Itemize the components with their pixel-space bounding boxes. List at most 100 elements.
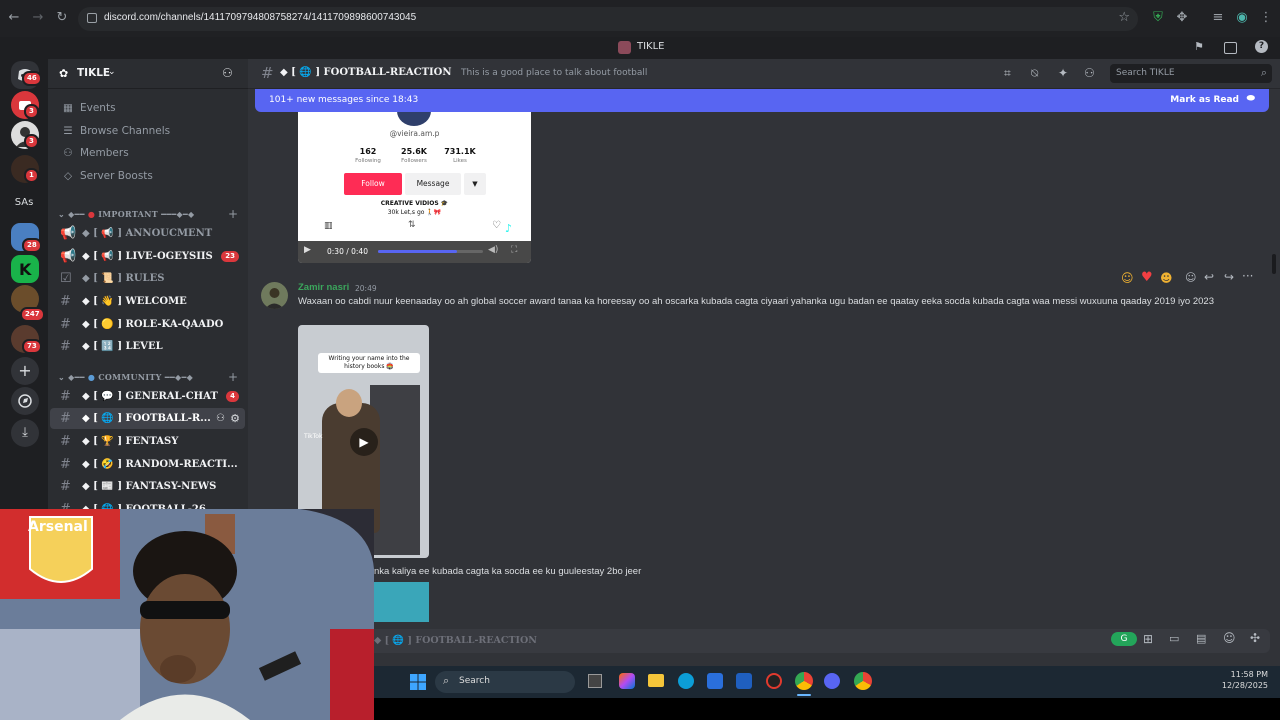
gift-icon[interactable]: ⊞ bbox=[1143, 632, 1153, 646]
video-controls[interactable]: ▶ 0:30 / 0:40 ◀) ⛶ bbox=[298, 241, 531, 263]
message-button[interactable]: Message bbox=[405, 173, 461, 195]
category-important[interactable]: ⌄ ◆━━ ● IMPORTANT ━━━◆━◆ bbox=[58, 209, 194, 219]
server-name: TIKLE bbox=[77, 67, 111, 79]
channel-topic[interactable]: This is a good place to talk about footb… bbox=[461, 68, 647, 78]
forward-icon[interactable]: → bbox=[30, 10, 46, 26]
menu-server-boosts[interactable]: ◇ Server Boosts bbox=[60, 170, 153, 182]
server-header[interactable]: ✿ TIKLE ⌄ ⚇ bbox=[48, 59, 248, 89]
stat-label: Following bbox=[355, 158, 381, 164]
server-gear-icon: ✿ bbox=[59, 67, 69, 80]
play-icon[interactable]: ▶ bbox=[304, 245, 311, 255]
pin-icon[interactable]: ✦ bbox=[1058, 66, 1068, 80]
channel-rules[interactable]: ☑ ◆ [ 📜 ] RULES bbox=[50, 268, 245, 289]
new-messages-bar[interactable]: 101+ new messages since 18:43 Mark as Re… bbox=[255, 89, 1269, 112]
copilot-icon[interactable] bbox=[619, 673, 635, 689]
site-info-icon[interactable] bbox=[87, 13, 97, 23]
settings-gear-icon[interactable]: ⚙ bbox=[230, 408, 240, 429]
message-input[interactable]: ◆ [ 🌐 ] FOOTBALL-REACTION G ⊞ ▭ ▤ ☺ ✣ bbox=[256, 629, 1270, 653]
invite-user-icon[interactable]: ⚇ bbox=[222, 66, 233, 80]
channel-fantasy-news[interactable]: # ◆ [ 📰 ] FANTASY-NEWS bbox=[50, 476, 245, 497]
add-channel-icon[interactable]: + bbox=[228, 370, 238, 384]
dropdown-caret-icon[interactable]: ▼ bbox=[464, 173, 486, 195]
image-thumbnail[interactable] bbox=[374, 582, 429, 622]
channel-role-ka-qaado[interactable]: # ◆ [ 🟡 ] ROLE-KA-QAADO bbox=[50, 314, 245, 335]
tiktok-video-embed[interactable]: @vieira.am.p 162 Following 25.6K Followe… bbox=[298, 110, 531, 263]
scrollbar-thumb[interactable] bbox=[1272, 254, 1276, 274]
chrome-profile-icon[interactable] bbox=[854, 672, 872, 690]
channel-live-ogeysiis[interactable]: 📢 ◆ [ 📢 ] LIVE-OGEYSIIS 23 bbox=[50, 246, 245, 267]
bookmark-star-icon[interactable]: ☆ bbox=[1118, 10, 1130, 25]
add-server-icon[interactable]: + bbox=[11, 357, 39, 385]
gif-icon[interactable]: ▭ bbox=[1169, 632, 1179, 645]
channel-fentasy[interactable]: # ◆ [ 🏆 ] FENTASY bbox=[50, 431, 245, 452]
category-community[interactable]: ⌄ ◆━━ ● COMMUNITY ━━◆━◆ bbox=[58, 372, 193, 382]
media-controls-icon[interactable]: ≡ bbox=[1210, 10, 1226, 26]
reaction-face-icon[interactable]: ☻ bbox=[1160, 271, 1173, 285]
play-icon[interactable]: ▶ bbox=[350, 428, 378, 456]
chrome-icon[interactable] bbox=[795, 672, 813, 690]
clock-time[interactable]: 11:58 PM bbox=[1200, 670, 1268, 679]
profile-avatar bbox=[397, 110, 431, 126]
help-icon[interactable]: ? bbox=[1255, 40, 1268, 53]
edge-icon[interactable] bbox=[678, 673, 694, 689]
hash-icon: # bbox=[60, 434, 71, 449]
file-explorer-icon[interactable] bbox=[648, 674, 664, 687]
inbox-flag-icon[interactable]: ⚑ bbox=[1194, 40, 1204, 53]
fullscreen-icon[interactable]: ⛶ bbox=[511, 245, 517, 255]
reload-icon[interactable]: ↻ bbox=[54, 10, 70, 26]
progress-track[interactable] bbox=[378, 250, 483, 253]
channel-random-reaction[interactable]: # ◆ [ 🤣 ] RANDOM-REACTI... bbox=[50, 454, 245, 475]
menu-browse-channels[interactable]: ☰ Browse Channels bbox=[60, 125, 170, 137]
download-icon[interactable]: ⤓ bbox=[11, 419, 39, 447]
badge: 3 bbox=[24, 104, 39, 119]
address-bar[interactable]: discord.com/channels/1411709794808758274… bbox=[78, 7, 1138, 31]
obs-icon[interactable] bbox=[766, 673, 782, 689]
profile-icon[interactable]: ◉ bbox=[1234, 10, 1250, 26]
clock-date[interactable]: 12/28/2025 bbox=[1200, 681, 1268, 690]
reaction-heart-icon[interactable]: ♥ bbox=[1141, 270, 1153, 285]
reply-icon[interactable]: ↩ bbox=[1204, 270, 1214, 284]
mark-as-read-button[interactable]: Mark as Read bbox=[1170, 95, 1239, 105]
server-sas[interactable]: SAs bbox=[0, 197, 48, 208]
menu-events[interactable]: ▦ Events bbox=[60, 102, 116, 114]
server-icon-kick[interactable]: K bbox=[11, 255, 39, 283]
announcement-icon: 📢 bbox=[60, 249, 77, 264]
search-box[interactable]: Search TIKLE ⌕ bbox=[1110, 64, 1272, 83]
screen-share-icon[interactable] bbox=[1224, 42, 1237, 54]
follow-button[interactable]: Follow bbox=[344, 173, 402, 195]
add-reaction-icon[interactable]: ☺ bbox=[1185, 271, 1196, 284]
store-icon[interactable] bbox=[707, 673, 723, 689]
browser-menu-icon[interactable]: ⋮ bbox=[1258, 10, 1274, 26]
apps-icon[interactable]: ✣ bbox=[1250, 631, 1260, 645]
channel-annoucment[interactable]: 📢 ◆ [ 📢 ] ANNOUCMENT bbox=[50, 223, 245, 244]
mail-icon[interactable] bbox=[736, 673, 752, 689]
unread-count: 4 bbox=[226, 391, 239, 402]
invite-icon[interactable]: ⚇ bbox=[216, 408, 225, 429]
nitro-icon[interactable]: G bbox=[1111, 632, 1137, 646]
reaction-laugh-icon[interactable]: ☺ bbox=[1121, 271, 1134, 285]
extension-shield-icon[interactable]: ⛨ bbox=[1150, 10, 1166, 26]
taskbar-search[interactable]: ⌕ Search bbox=[435, 671, 575, 693]
menu-members[interactable]: ⚇ Members bbox=[60, 147, 128, 159]
forward-icon[interactable]: ↪ bbox=[1224, 270, 1234, 284]
channel-welcome[interactable]: # ◆ [ 👋 ] WELCOME bbox=[50, 291, 245, 312]
windows-start-icon[interactable] bbox=[410, 674, 426, 690]
task-view-icon[interactable] bbox=[588, 674, 602, 688]
author-name[interactable]: Zamir nasri bbox=[298, 282, 349, 293]
channel-football-reaction[interactable]: # ◆ [ 🌐 ] FOOTBALL-R... ⚇ ⚙ bbox=[50, 408, 245, 429]
channel-general-chat[interactable]: # ◆ [ 💬 ] GENERAL-CHAT 4 bbox=[50, 386, 245, 407]
channel-level[interactable]: # ◆ [ 🔢 ] LEVEL bbox=[50, 336, 245, 357]
member-list-icon[interactable]: ⚇ bbox=[1084, 66, 1095, 80]
more-options-icon[interactable]: ··· bbox=[1242, 269, 1253, 283]
discover-compass-icon[interactable] bbox=[11, 387, 39, 415]
back-icon[interactable]: ← bbox=[6, 10, 22, 26]
extensions-puzzle-icon[interactable]: ✥ bbox=[1174, 10, 1190, 26]
emoji-icon[interactable]: ☺ bbox=[1223, 631, 1236, 645]
volume-icon[interactable]: ◀) bbox=[488, 245, 498, 255]
sticker-icon[interactable]: ▤ bbox=[1196, 632, 1206, 645]
author-avatar[interactable] bbox=[261, 282, 288, 309]
add-channel-icon[interactable]: + bbox=[228, 207, 238, 221]
discord-taskbar-icon[interactable] bbox=[824, 673, 840, 689]
mute-bell-icon[interactable]: ⍉ bbox=[1031, 66, 1038, 81]
threads-icon[interactable]: ⌗ bbox=[1004, 66, 1011, 81]
